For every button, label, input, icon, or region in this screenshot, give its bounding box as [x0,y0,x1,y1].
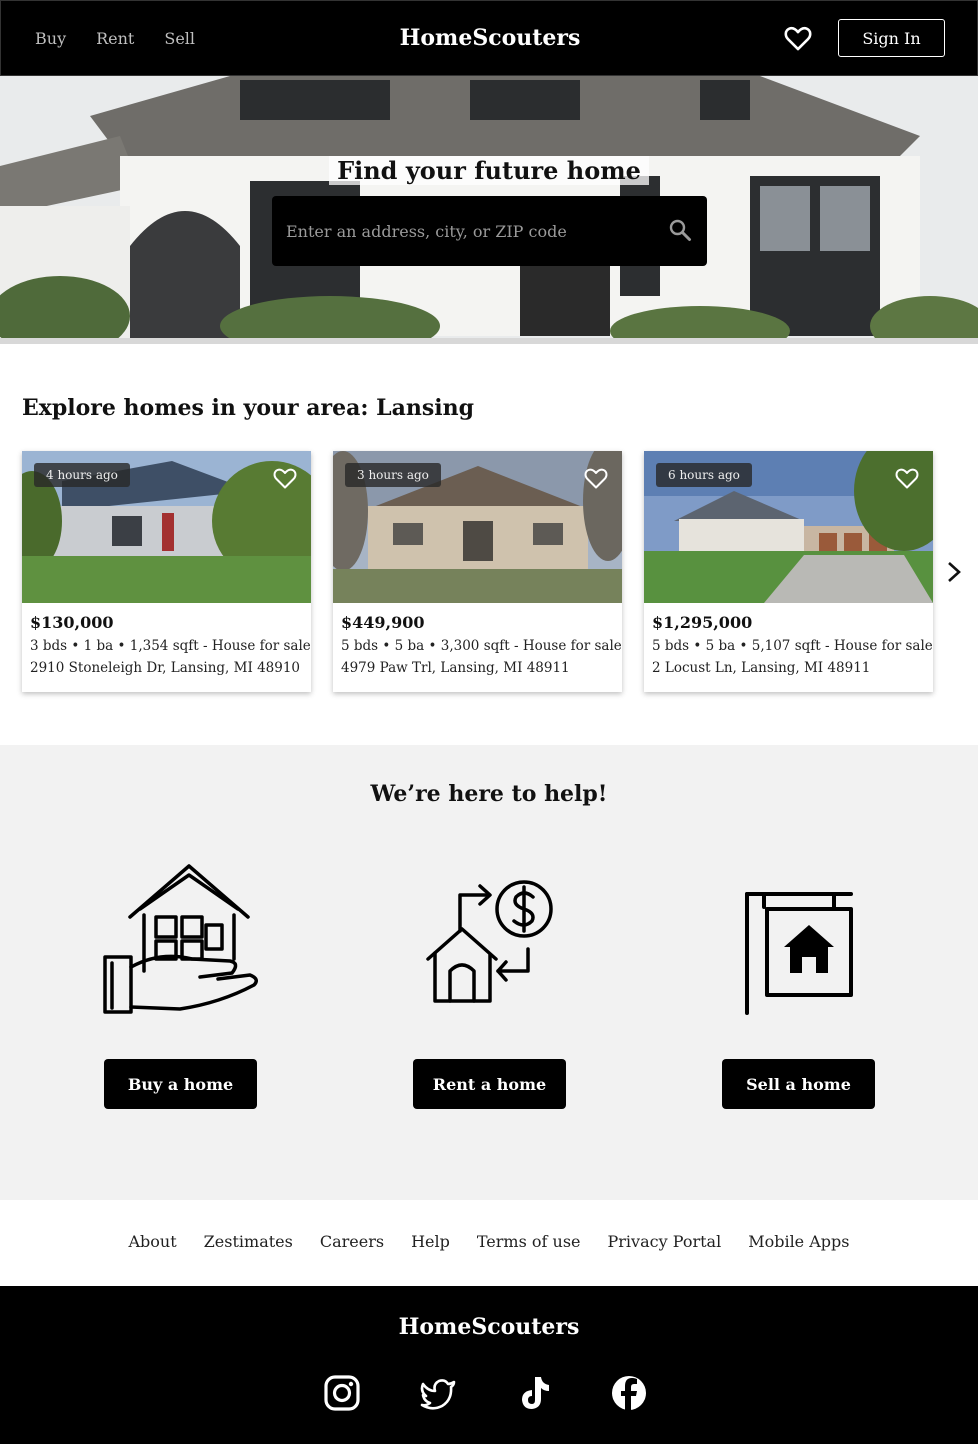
footer-link-careers[interactable]: Careers [320,1232,384,1251]
listing-age-badge: 4 hours ago [34,463,130,487]
footer-link-help[interactable]: Help [411,1232,450,1251]
rent-a-home-button[interactable]: Rent a home [413,1059,566,1109]
listing-address[interactable]: 2910 Stoneleigh Dr, Lansing, MI 48910 [30,660,300,676]
sell-a-home-button[interactable]: Sell a home [722,1059,875,1109]
instagram-icon[interactable] [323,1374,361,1412]
listing-age-badge: 6 hours ago [656,463,752,487]
footer-link-privacy[interactable]: Privacy Portal [608,1232,722,1251]
listing-age-badge: 3 hours ago [345,463,441,487]
chevron-right-icon[interactable] [944,560,964,584]
for-sale-sign-icon [745,892,853,1015]
search-input[interactable] [286,218,656,244]
listing-address[interactable]: 4979 Paw Trl, Lansing, MI 48911 [341,660,570,676]
footer-link-mobile-apps[interactable]: Mobile Apps [748,1232,849,1251]
nav-rent-link[interactable]: Rent [96,29,134,48]
footer-link-about[interactable]: About [129,1232,177,1251]
listing-details: 5 bds • 5 ba • 5,107 sqft - House for sa… [652,638,933,654]
facebook-icon[interactable] [610,1374,648,1412]
listing-card[interactable]: 6 hours ago $1,295,000 5 bds • 5 ba • 5,… [644,451,933,692]
search-icon[interactable] [668,218,692,242]
listing-price: $1,295,000 [652,613,753,632]
tiktok-icon[interactable] [515,1374,553,1412]
site-footer: HomeScouters [0,1286,978,1444]
heart-icon[interactable] [584,467,608,489]
explore-section-title: Explore homes in your area: Lansing [22,395,474,421]
top-navigation-bar: Buy Rent Sell HomeScouters Sign In [0,0,978,76]
footer-links: About Zestimates Careers Help Terms of u… [0,1232,978,1251]
listing-card[interactable]: 3 hours ago $449,900 5 bds • 5 ba • 3,30… [333,451,622,692]
listing-price: $130,000 [30,613,114,632]
listing-price: $449,900 [341,613,425,632]
heart-icon[interactable] [895,467,919,489]
house-in-hand-icon [103,864,258,1014]
house-money-exchange-icon [426,880,553,1003]
footer-link-terms[interactable]: Terms of use [477,1232,581,1251]
help-section-title: We’re here to help! [370,781,608,807]
sign-in-button[interactable]: Sign In [838,19,945,57]
nav-sell-link[interactable]: Sell [164,29,195,48]
heart-icon[interactable] [784,25,812,51]
buy-a-home-button[interactable]: Buy a home [104,1059,257,1109]
hero-title: Find your future home [0,156,978,185]
hero-banner: Find your future home [0,76,978,344]
heart-icon[interactable] [273,467,297,489]
search-bar [272,196,707,266]
help-section: We’re here to help! Buy a home Rent a ho… [0,745,978,1200]
listing-details: 3 bds • 1 ba • 1,354 sqft - House for sa… [30,638,311,654]
listing-card[interactable]: 4 hours ago $130,000 3 bds • 1 ba • 1,35… [22,451,311,692]
footer-link-zestimates[interactable]: Zestimates [204,1232,293,1251]
listing-address[interactable]: 2 Locust Ln, Lansing, MI 48911 [652,660,870,676]
main-nav: Buy Rent Sell [35,29,195,48]
footer-logo[interactable]: HomeScouters [0,1314,978,1340]
nav-buy-link[interactable]: Buy [35,29,66,48]
twitter-icon[interactable] [419,1374,457,1412]
listing-details: 5 bds • 5 ba • 3,300 sqft - House for sa… [341,638,622,654]
